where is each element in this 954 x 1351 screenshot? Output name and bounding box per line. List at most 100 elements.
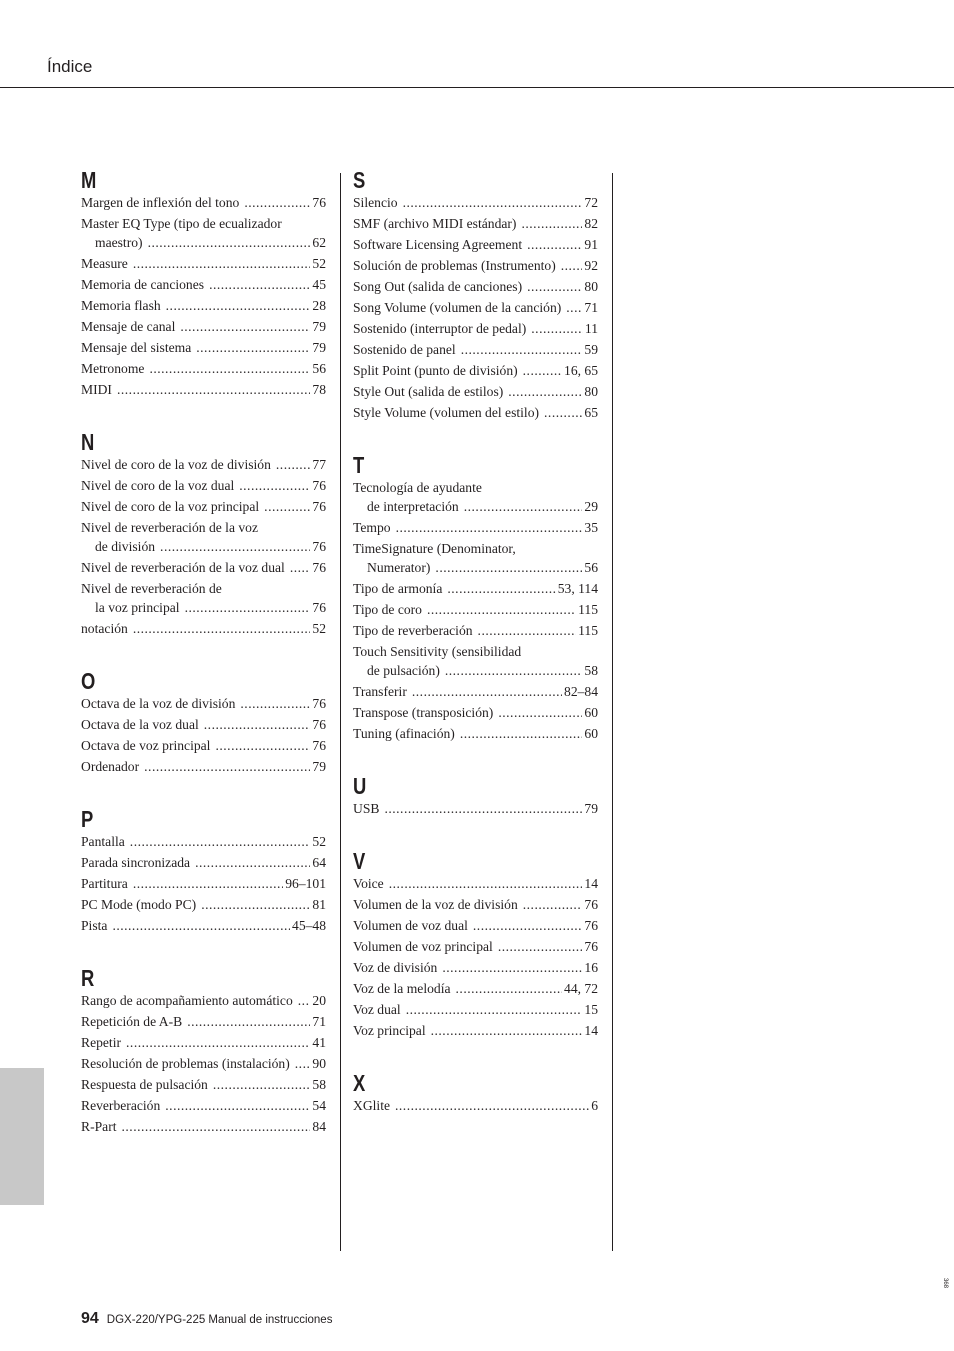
index-entry: Ordenador 79 — [81, 756, 326, 777]
entry-page: 76 — [584, 939, 598, 954]
entry-term: Nivel de reverberación de la voz dual — [81, 560, 285, 575]
entry-page: 80 — [584, 384, 598, 399]
index-entry: Nivel de coro de la voz de división 77 — [81, 454, 326, 475]
dot-leader — [445, 660, 583, 681]
dot-leader — [531, 318, 583, 339]
index-entry: Reverberación 54 — [81, 1095, 326, 1116]
entry-page: 64 — [312, 855, 326, 870]
dot-leader — [508, 381, 582, 402]
dot-leader — [456, 978, 562, 999]
entry-page: 76 — [312, 195, 326, 210]
section-letter: O — [81, 668, 96, 694]
index-entry: Tempo 35 — [353, 517, 598, 538]
entry-page: 72 — [584, 195, 598, 210]
index-entry: Octava de la voz de división 76 — [81, 693, 326, 714]
entry-term: Repetición de A-B — [81, 1014, 183, 1029]
dot-leader — [201, 894, 310, 915]
index-entry: Tipo de reverberación 115 — [353, 620, 598, 641]
index-entry: Software Licensing Agreement 91 — [353, 234, 598, 255]
entry-page: 79 — [312, 759, 326, 774]
dot-leader — [160, 536, 310, 557]
entry-page: 56 — [584, 560, 598, 575]
entry-page: 52 — [312, 621, 326, 636]
index-entry: Tipo de armonía 53, 114 — [353, 578, 598, 599]
entry-page: 90 — [312, 1056, 326, 1071]
index-entry: SMF (archivo MIDI estándar) 82 — [353, 213, 598, 234]
index-section-o: OOctava de la voz de división76Octava de… — [81, 669, 326, 777]
dot-leader — [478, 620, 577, 641]
dot-leader — [240, 693, 310, 714]
entry-page: 14 — [584, 876, 598, 891]
index-entry: USB 79 — [353, 798, 598, 819]
entry-term: Nivel de coro de la voz de división — [81, 457, 271, 472]
entry-term: Ordenador — [81, 759, 140, 774]
entry-page: 76 — [312, 499, 326, 514]
entry-page: 81 — [312, 897, 326, 912]
entry-page: 56 — [312, 361, 326, 376]
entry-term-continued: de interpretación — [367, 499, 459, 514]
dot-leader — [133, 873, 283, 894]
dot-leader — [165, 1095, 310, 1116]
entry-page: 79 — [584, 801, 598, 816]
index-section-v: VVoice14Volumen de la voz de división76V… — [353, 849, 598, 1041]
entry-page: 20 — [312, 993, 326, 1008]
index-section-r: R Rango de acompañamiento automático 20 Rep… — [81, 966, 326, 1137]
index-entry: Measure 52 — [81, 253, 326, 274]
dot-leader — [144, 756, 310, 777]
entry-term: Nivel de coro de la voz dual — [81, 478, 235, 493]
index-entry: Voz dual 15 — [353, 999, 598, 1020]
index-section-m: M Margen de inflexión del tono 76 Master EQ… — [81, 168, 326, 400]
index-section-t: T Tecnología de ayudante de interpretación… — [353, 453, 598, 744]
index-entry: Repetir 41 — [81, 1032, 326, 1053]
entry-term: Voice — [353, 876, 384, 891]
entry-term-continued: la voz principal — [95, 600, 180, 615]
dot-leader — [527, 276, 582, 297]
entry-term: Split Point (punto de división) — [353, 363, 518, 378]
index-entry: Nivel de reverberación de la voz dual 76 — [81, 557, 326, 578]
section-letter: R — [81, 965, 95, 991]
index-entry: Resolución de problemas (instalación) 90 — [81, 1053, 326, 1074]
dot-leader — [566, 297, 582, 318]
index-entry: Volumen de voz principal 76 — [353, 936, 598, 957]
entry-term: Style Out (salida de estilos) — [353, 384, 504, 399]
section-letter: P — [81, 806, 94, 832]
entry-term: Sostenido de panel — [353, 342, 456, 357]
entry-term: Memoria flash — [81, 298, 161, 313]
dot-leader — [133, 253, 311, 274]
entry-page: 76 — [312, 560, 326, 575]
entry-page: 58 — [584, 663, 598, 678]
dot-leader — [384, 798, 582, 819]
entry-page: 76 — [312, 600, 326, 615]
entry-term: Nivel de reverberación de la voz — [81, 520, 259, 535]
section-letter: T — [353, 452, 365, 478]
column-divider — [340, 173, 341, 1251]
entry-page: 45–48 — [292, 918, 326, 933]
entry-term: Reverberación — [81, 1098, 161, 1113]
entry-term: Nivel de coro de la voz principal — [81, 499, 260, 514]
entry-term: Transpose (transposición) — [353, 705, 494, 720]
entry-page: 35 — [584, 520, 598, 535]
dot-leader — [112, 915, 290, 936]
entry-term: R-Part — [81, 1119, 117, 1134]
dot-leader — [276, 454, 311, 475]
dot-leader — [403, 192, 583, 213]
dot-leader — [498, 702, 582, 723]
entry-page: 71 — [584, 300, 598, 315]
entry-page: 76 — [312, 717, 326, 732]
entry-term: Master EQ Type (tipo de ecualizador — [81, 216, 282, 231]
index-entry: Margen de inflexión del tono 76 — [81, 192, 326, 213]
dot-leader — [412, 681, 562, 702]
dot-leader — [431, 1020, 583, 1041]
dot-leader — [187, 1011, 310, 1032]
entry-page: 45 — [312, 277, 326, 292]
dot-leader — [295, 1053, 311, 1074]
entry-page: 76 — [312, 696, 326, 711]
entry-term: Pista — [81, 918, 108, 933]
dot-leader — [498, 936, 583, 957]
entry-term: MIDI — [81, 382, 112, 397]
index-entry: Voz de división 16 — [353, 957, 598, 978]
side-tab — [0, 1068, 44, 1205]
entry-term: Silencio — [353, 195, 398, 210]
entry-term: Octava de la voz de división — [81, 696, 236, 711]
entry-term: Mensaje del sistema — [81, 340, 192, 355]
